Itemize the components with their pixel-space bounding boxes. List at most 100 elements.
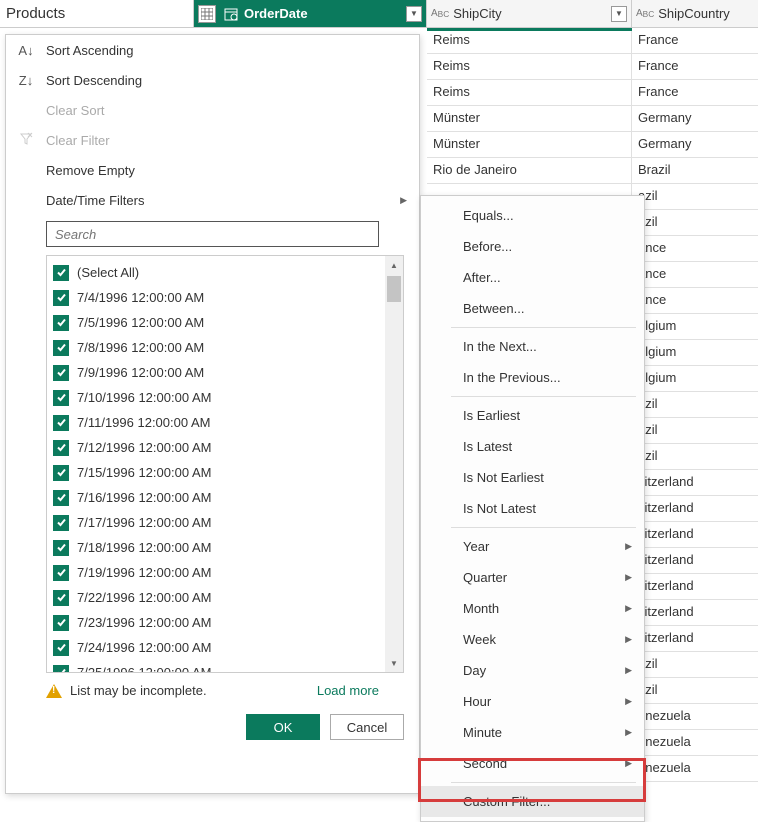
- filter-value-row[interactable]: 7/12/1996 12:00:00 AM: [53, 435, 379, 460]
- ok-button[interactable]: OK: [246, 714, 320, 740]
- load-more-link[interactable]: Load more: [317, 683, 379, 698]
- filter-value-row[interactable]: 7/15/1996 12:00:00 AM: [53, 460, 379, 485]
- search-input[interactable]: [47, 222, 378, 246]
- cell-shipcountry[interactable]: elgium: [632, 314, 758, 340]
- cell-shipcountry[interactable]: azil: [632, 210, 758, 236]
- checkbox-icon[interactable]: [53, 665, 69, 673]
- cell-shipcountry[interactable]: enezuela: [632, 704, 758, 730]
- cell-shipcountry[interactable]: elgium: [632, 340, 758, 366]
- filter-value-row[interactable]: 7/25/1996 12:00:00 AM: [53, 660, 379, 672]
- cell-shipcity[interactable]: Reims: [427, 54, 632, 80]
- cell-shipcountry[interactable]: enezuela: [632, 730, 758, 756]
- checkbox-icon[interactable]: [53, 465, 69, 481]
- filter-month[interactable]: Month▶: [421, 593, 644, 624]
- sort-descending[interactable]: Z↓ Sort Descending: [6, 65, 419, 95]
- filter-custom[interactable]: Custom Filter...: [421, 786, 644, 817]
- datetime-filters[interactable]: Date/Time Filters ▶: [6, 185, 419, 215]
- filter-in-next[interactable]: In the Next...: [421, 331, 644, 362]
- select-all-row[interactable]: (Select All): [53, 260, 379, 285]
- column-header-products[interactable]: Products: [0, 0, 194, 27]
- cell-shipcountry[interactable]: vitzerland: [632, 470, 758, 496]
- filter-quarter[interactable]: Quarter▶: [421, 562, 644, 593]
- cell-shipcountry[interactable]: vitzerland: [632, 626, 758, 652]
- cell-shipcity[interactable]: Münster: [427, 106, 632, 132]
- checkbox-icon[interactable]: [53, 440, 69, 456]
- cell-shipcountry[interactable]: France: [632, 28, 758, 54]
- cell-shipcountry[interactable]: France: [632, 80, 758, 106]
- cell-shipcountry[interactable]: elgium: [632, 366, 758, 392]
- cell-shipcity[interactable]: Reims: [427, 28, 632, 54]
- dropdown-button[interactable]: ▼: [611, 6, 627, 22]
- cell-shipcountry[interactable]: vitzerland: [632, 548, 758, 574]
- filter-week[interactable]: Week▶: [421, 624, 644, 655]
- filter-second[interactable]: Second▶: [421, 748, 644, 779]
- filter-value-row[interactable]: 7/9/1996 12:00:00 AM: [53, 360, 379, 385]
- cell-shipcity[interactable]: Münster: [427, 132, 632, 158]
- filter-value-row[interactable]: 7/4/1996 12:00:00 AM: [53, 285, 379, 310]
- filter-after[interactable]: After...: [421, 262, 644, 293]
- filter-value-row[interactable]: 7/11/1996 12:00:00 AM: [53, 410, 379, 435]
- column-header-orderdate[interactable]: OrderDate ▼: [194, 0, 427, 27]
- cell-shipcity[interactable]: Reims: [427, 80, 632, 106]
- scroll-down-icon[interactable]: ▼: [385, 654, 403, 672]
- cell-shipcountry[interactable]: azil: [632, 392, 758, 418]
- column-header-shipcity[interactable]: ABC ShipCity ▼: [427, 0, 632, 27]
- cell-shipcountry[interactable]: ance: [632, 262, 758, 288]
- cell-shipcountry[interactable]: azil: [632, 184, 758, 210]
- filter-value-row[interactable]: 7/5/1996 12:00:00 AM: [53, 310, 379, 335]
- filter-value-row[interactable]: 7/24/1996 12:00:00 AM: [53, 635, 379, 660]
- checkbox-icon[interactable]: [53, 315, 69, 331]
- search-box[interactable]: [46, 221, 379, 247]
- cell-shipcountry[interactable]: Germany: [632, 106, 758, 132]
- cell-shipcountry[interactable]: ance: [632, 288, 758, 314]
- checkbox-icon[interactable]: [53, 640, 69, 656]
- filter-value-row[interactable]: 7/23/1996 12:00:00 AM: [53, 610, 379, 635]
- cell-shipcountry[interactable]: vitzerland: [632, 522, 758, 548]
- cell-shipcountry[interactable]: Brazil: [632, 158, 758, 184]
- filter-hour[interactable]: Hour▶: [421, 686, 644, 717]
- checkbox-icon[interactable]: [53, 590, 69, 606]
- filter-value-row[interactable]: 7/16/1996 12:00:00 AM: [53, 485, 379, 510]
- filter-value-row[interactable]: 7/17/1996 12:00:00 AM: [53, 510, 379, 535]
- filter-year[interactable]: Year▶: [421, 531, 644, 562]
- column-header-shipcountry[interactable]: ABC ShipCountry: [632, 0, 758, 27]
- filter-equals[interactable]: Equals...: [421, 200, 644, 231]
- filter-between[interactable]: Between...: [421, 293, 644, 324]
- cell-shipcountry[interactable]: Germany: [632, 132, 758, 158]
- filter-value-row[interactable]: 7/18/1996 12:00:00 AM: [53, 535, 379, 560]
- cancel-button[interactable]: Cancel: [330, 714, 404, 740]
- cell-shipcity[interactable]: Rio de Janeiro: [427, 158, 632, 184]
- filter-in-previous[interactable]: In the Previous...: [421, 362, 644, 393]
- cell-shipcountry[interactable]: vitzerland: [632, 496, 758, 522]
- filter-is-earliest[interactable]: Is Earliest: [421, 400, 644, 431]
- checkbox-icon[interactable]: [53, 515, 69, 531]
- checkbox-icon[interactable]: [53, 415, 69, 431]
- filter-value-row[interactable]: 7/19/1996 12:00:00 AM: [53, 560, 379, 585]
- scroll-up-icon[interactable]: ▲: [385, 256, 403, 274]
- checkbox-icon[interactable]: [53, 340, 69, 356]
- filter-value-row[interactable]: 7/22/1996 12:00:00 AM: [53, 585, 379, 610]
- checkbox-icon[interactable]: [53, 490, 69, 506]
- checkbox-icon[interactable]: [53, 290, 69, 306]
- filter-is-latest[interactable]: Is Latest: [421, 431, 644, 462]
- cell-shipcountry[interactable]: vitzerland: [632, 574, 758, 600]
- cell-shipcountry[interactable]: azil: [632, 418, 758, 444]
- filter-day[interactable]: Day▶: [421, 655, 644, 686]
- checkbox-icon[interactable]: [53, 565, 69, 581]
- checkbox-icon[interactable]: [53, 540, 69, 556]
- sort-ascending[interactable]: A↓ Sort Ascending: [6, 35, 419, 65]
- cell-shipcountry[interactable]: azil: [632, 444, 758, 470]
- checkbox-icon[interactable]: [53, 390, 69, 406]
- filter-value-row[interactable]: 7/10/1996 12:00:00 AM: [53, 385, 379, 410]
- cell-shipcountry[interactable]: France: [632, 54, 758, 80]
- scroll-thumb[interactable]: [387, 276, 401, 302]
- cell-shipcountry[interactable]: enezuela: [632, 756, 758, 782]
- filter-is-not-earliest[interactable]: Is Not Earliest: [421, 462, 644, 493]
- dropdown-button[interactable]: ▼: [406, 6, 422, 22]
- filter-is-not-latest[interactable]: Is Not Latest: [421, 493, 644, 524]
- cell-shipcountry[interactable]: azil: [632, 678, 758, 704]
- filter-value-row[interactable]: 7/8/1996 12:00:00 AM: [53, 335, 379, 360]
- cell-shipcountry[interactable]: azil: [632, 652, 758, 678]
- checkbox-icon[interactable]: [53, 615, 69, 631]
- cell-shipcountry[interactable]: ance: [632, 236, 758, 262]
